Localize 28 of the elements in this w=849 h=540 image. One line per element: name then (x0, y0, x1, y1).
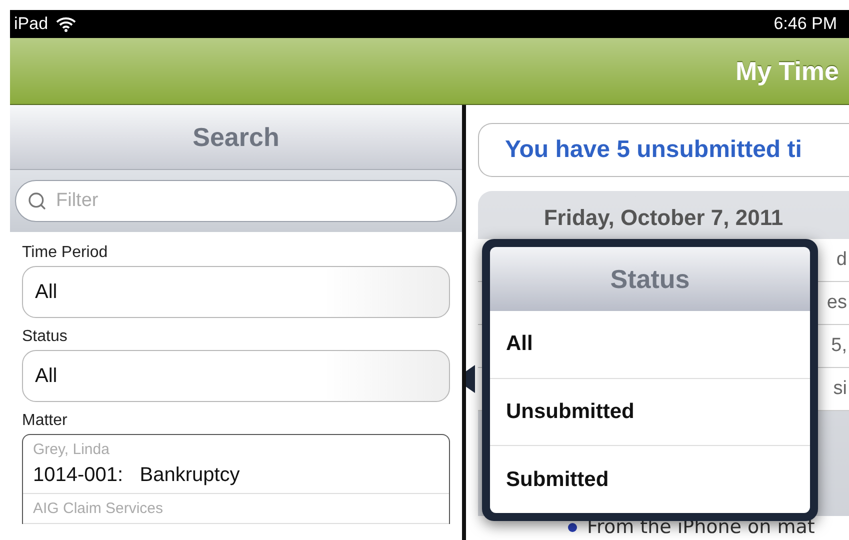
status-option[interactable]: Unsubmitted (490, 378, 810, 446)
popover-title: Status (610, 264, 690, 294)
matter-item[interactable]: Grey, Linda 1014-001: Bankruptcy (23, 435, 449, 494)
entry-text: es (826, 292, 847, 314)
status-option[interactable]: All (490, 311, 810, 379)
filter-field[interactable]: Filter (15, 180, 457, 222)
client-name: Grey, Linda (33, 441, 110, 458)
panel-title: Search (192, 122, 280, 152)
entry-text: si (833, 378, 847, 400)
status-option[interactable]: Submitted (490, 446, 810, 514)
field-label: Time Period (22, 244, 109, 262)
picker-field[interactable]: All (22, 350, 450, 402)
field-label: Matter (22, 412, 68, 430)
matter-title: 1014-001: Bankruptcy (33, 464, 241, 487)
clock-time: 6:46 PM (774, 14, 837, 34)
client-name: AIG Claim Services (33, 500, 164, 517)
search-icon (27, 191, 47, 211)
field-label: Status (22, 328, 68, 346)
nav-title: My Time (735, 56, 839, 86)
wifi-icon (56, 16, 76, 32)
entry-text: d (836, 249, 847, 271)
notice-banner[interactable]: You have 5 unsubmitted ti (478, 123, 849, 177)
bullet-dot (568, 522, 577, 532)
date-header: Friday, October 7, 2011 (544, 205, 784, 231)
notice-text: You have 5 unsubmitted ti (505, 136, 802, 164)
picker-field[interactable]: All (22, 266, 450, 318)
entry-text: 5, (831, 335, 847, 357)
device-name: iPad (14, 14, 48, 34)
